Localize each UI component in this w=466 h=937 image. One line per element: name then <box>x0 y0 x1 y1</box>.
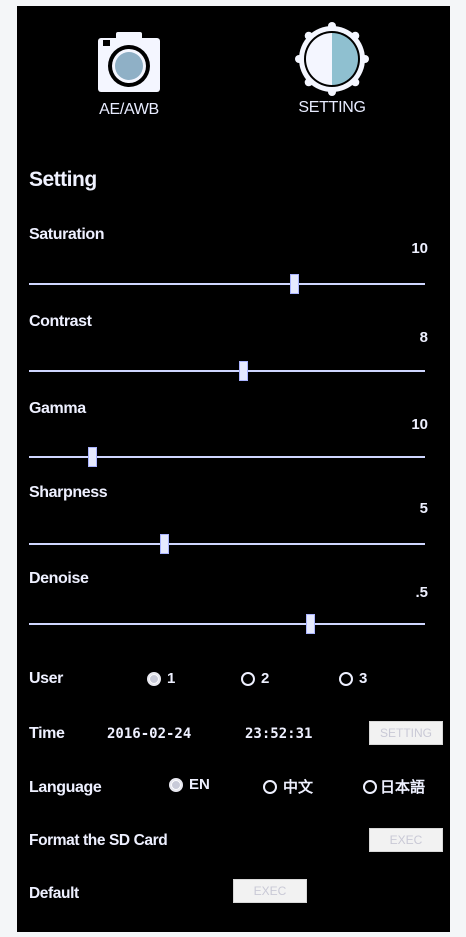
language-option-zh[interactable]: 中文 <box>263 776 313 797</box>
user-option-3-label: 3 <box>359 670 368 687</box>
sharpness-slider[interactable] <box>29 534 425 554</box>
radio-icon <box>339 671 353 686</box>
default-label: Default <box>29 885 79 902</box>
slider-track <box>29 543 425 545</box>
language-option-ja[interactable]: 日本語 <box>363 776 425 797</box>
tab-setting[interactable]: SETTING <box>277 22 387 117</box>
time-date: 2016-02-24 <box>107 726 192 742</box>
page-title: Setting <box>29 168 97 191</box>
radio-selected-icon <box>169 777 183 792</box>
slider-track <box>29 370 425 372</box>
slider-track <box>29 623 425 625</box>
denoise-slider[interactable] <box>29 614 425 634</box>
contrast-value: 8 <box>419 329 428 346</box>
camera-icon <box>98 32 160 92</box>
slider-thumb[interactable] <box>306 614 316 634</box>
saturation-slider[interactable] <box>29 274 425 294</box>
language-option-en-label: EN <box>189 776 210 793</box>
time-setting-button[interactable]: SETTING <box>369 721 443 745</box>
tab-ae-awb[interactable]: AE/AWB <box>79 26 179 119</box>
denoise-label: Denoise <box>29 570 89 587</box>
user-label: User <box>29 670 63 687</box>
language-option-zh-label: 中文 <box>283 779 314 796</box>
setting-icon <box>295 22 369 96</box>
user-option-3[interactable]: 3 <box>339 670 367 687</box>
slider-thumb[interactable] <box>88 447 98 467</box>
format-sd-label: Format the SD Card <box>29 832 168 849</box>
contrast-slider[interactable] <box>29 361 425 381</box>
tab-setting-label: SETTING <box>298 99 366 116</box>
radio-icon <box>363 779 377 794</box>
radio-selected-icon <box>147 671 161 686</box>
language-option-ja-label: 日本語 <box>380 779 426 796</box>
gamma-slider[interactable] <box>29 447 425 467</box>
sharpness-label: Sharpness <box>29 484 108 501</box>
contrast-label: Contrast <box>29 313 92 330</box>
time-label: Time <box>29 725 65 742</box>
tab-ae-awb-label: AE/AWB <box>99 101 159 118</box>
format-sd-exec-button[interactable]: EXEC <box>369 828 443 852</box>
language-label: Language <box>29 779 102 796</box>
language-option-en[interactable]: EN <box>169 776 210 793</box>
user-option-2[interactable]: 2 <box>241 670 269 687</box>
sharpness-value: 5 <box>419 500 428 517</box>
radio-icon <box>263 779 277 794</box>
slider-thumb[interactable] <box>290 274 300 294</box>
gamma-value: 10 <box>411 416 428 433</box>
denoise-value: .5 <box>415 584 428 601</box>
user-option-1[interactable]: 1 <box>147 670 175 687</box>
slider-thumb[interactable] <box>238 361 248 381</box>
slider-track <box>29 283 425 285</box>
user-option-2-label: 2 <box>261 670 270 687</box>
gamma-label: Gamma <box>29 400 86 417</box>
radio-icon <box>241 671 255 686</box>
slider-thumb[interactable] <box>159 534 169 554</box>
saturation-value: 10 <box>411 240 428 257</box>
default-exec-button[interactable]: EXEC <box>233 879 307 903</box>
user-option-1-label: 1 <box>167 670 176 687</box>
time-clock: 23:52:31 <box>245 726 313 742</box>
saturation-label: Saturation <box>29 226 105 243</box>
camera-settings-screen: AE/AWB SETTING Setting Saturation 10 Con… <box>17 6 450 932</box>
